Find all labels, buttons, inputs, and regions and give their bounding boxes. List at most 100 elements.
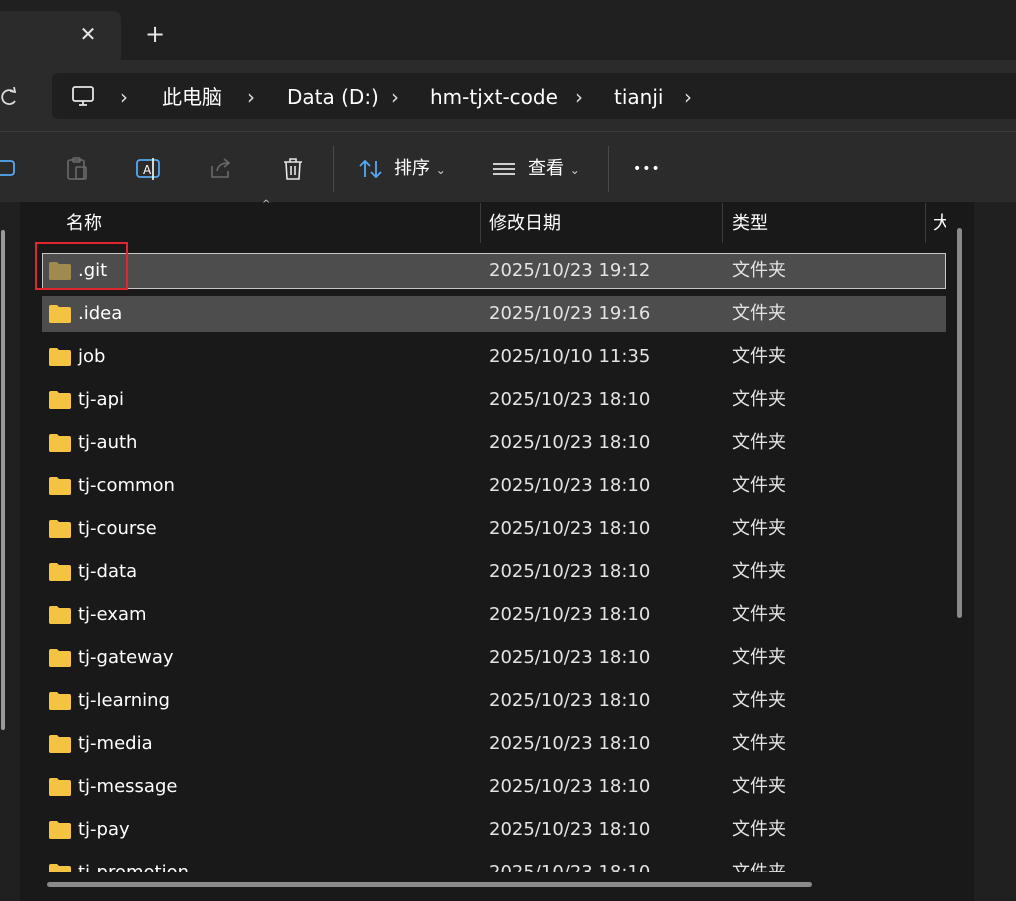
share-icon[interactable] bbox=[208, 156, 234, 182]
folder-icon bbox=[48, 734, 72, 754]
file-type: 文件夹 bbox=[732, 733, 786, 754]
file-name[interactable]: tj-data bbox=[78, 560, 137, 584]
file-type: 文件夹 bbox=[732, 776, 786, 797]
file-type: 文件夹 bbox=[732, 604, 786, 625]
breadcrumb-chevron-icon[interactable]: › bbox=[684, 84, 692, 110]
file-modified-date: 2025/10/23 18:10 bbox=[489, 819, 651, 840]
computer-icon[interactable] bbox=[70, 83, 96, 109]
file-row[interactable]: tj-common 2025/10/23 18:10 文件夹 bbox=[42, 468, 946, 504]
file-row[interactable]: tj-pay 2025/10/23 18:10 文件夹 bbox=[42, 812, 946, 848]
file-type: 文件夹 bbox=[732, 690, 786, 711]
file-row[interactable]: .git 2025/10/23 19:12 文件夹 bbox=[42, 253, 946, 289]
file-name[interactable]: job bbox=[78, 345, 105, 369]
toolbar-separator bbox=[608, 146, 609, 192]
folder-icon bbox=[48, 390, 72, 410]
more-icon[interactable]: ••• bbox=[633, 156, 661, 182]
breadcrumb-chevron-icon[interactable]: › bbox=[247, 84, 255, 110]
file-name[interactable]: .idea bbox=[78, 302, 122, 326]
refresh-icon[interactable] bbox=[0, 84, 18, 110]
file-name[interactable]: tj-exam bbox=[78, 603, 147, 627]
file-name[interactable]: tj-media bbox=[78, 732, 153, 756]
folder-icon bbox=[48, 648, 72, 668]
file-row[interactable]: tj-message 2025/10/23 18:10 文件夹 bbox=[42, 769, 946, 805]
file-modified-date: 2025/10/23 18:10 bbox=[489, 432, 651, 453]
details-pane bbox=[974, 202, 1016, 901]
file-type: 文件夹 bbox=[732, 303, 786, 324]
file-name[interactable]: tj-course bbox=[78, 517, 157, 541]
annotation-highlight bbox=[35, 242, 128, 290]
file-row[interactable]: tj-learning 2025/10/23 18:10 文件夹 bbox=[42, 683, 946, 719]
file-row[interactable]: tj-auth 2025/10/23 18:10 文件夹 bbox=[42, 425, 946, 461]
file-row[interactable]: .idea 2025/10/23 19:16 文件夹 bbox=[42, 296, 946, 332]
file-name[interactable]: tj-api bbox=[78, 388, 124, 412]
view-button[interactable]: 查看 ⌄ bbox=[528, 156, 580, 182]
file-type: 文件夹 bbox=[732, 346, 786, 367]
folder-icon bbox=[48, 863, 72, 872]
folder-icon bbox=[48, 476, 72, 496]
file-row[interactable]: tj-data 2025/10/23 18:10 文件夹 bbox=[42, 554, 946, 590]
file-modified-date: 2025/10/23 18:10 bbox=[489, 690, 651, 711]
close-tab-icon[interactable]: ✕ bbox=[76, 20, 100, 48]
file-name[interactable]: tj-gateway bbox=[78, 646, 174, 670]
rename-icon[interactable]: A bbox=[135, 156, 163, 182]
folder-icon bbox=[48, 777, 72, 797]
view-icon[interactable] bbox=[491, 156, 517, 182]
sort-label: 排序 bbox=[394, 158, 430, 179]
file-name[interactable]: tj-message bbox=[78, 775, 177, 799]
file-type: 文件夹 bbox=[732, 518, 786, 539]
file-modified-date: 2025/10/10 11:35 bbox=[489, 346, 651, 367]
paste-icon[interactable] bbox=[64, 156, 90, 182]
delete-icon[interactable] bbox=[281, 156, 305, 182]
file-name[interactable]: tj-common bbox=[78, 474, 175, 498]
folder-icon bbox=[48, 562, 72, 582]
file-type: 文件夹 bbox=[732, 475, 786, 496]
rows-viewport: .git 2025/10/23 19:12 文件夹 .idea 2025/10/23 1… bbox=[20, 202, 974, 872]
file-modified-date: 2025/10/23 18:10 bbox=[489, 647, 651, 668]
file-name[interactable]: tj-learning bbox=[78, 689, 170, 713]
folder-icon bbox=[48, 433, 72, 453]
folder-icon bbox=[48, 304, 72, 324]
horizontal-scrollbar[interactable] bbox=[47, 882, 812, 887]
toolbar-separator bbox=[333, 146, 334, 192]
active-tab[interactable] bbox=[0, 11, 121, 60]
folder-icon bbox=[48, 691, 72, 711]
copy-icon[interactable] bbox=[0, 156, 18, 182]
file-type: 文件夹 bbox=[732, 432, 786, 453]
file-modified-date: 2025/10/23 18:10 bbox=[489, 518, 651, 539]
file-type: 文件夹 bbox=[732, 260, 786, 281]
file-name[interactable]: tj-auth bbox=[78, 431, 137, 455]
file-row[interactable]: tj-course 2025/10/23 18:10 文件夹 bbox=[42, 511, 946, 547]
breadcrumb-chevron-icon[interactable]: › bbox=[120, 84, 128, 110]
file-type: 文件夹 bbox=[732, 861, 786, 872]
breadcrumb-tianji[interactable]: tianji bbox=[614, 84, 663, 110]
file-type: 文件夹 bbox=[732, 819, 786, 840]
file-name[interactable]: tj-pay bbox=[78, 818, 130, 842]
view-label: 查看 bbox=[528, 158, 564, 179]
breadcrumb-chevron-icon[interactable]: › bbox=[575, 84, 583, 110]
file-type: 文件夹 bbox=[732, 561, 786, 582]
breadcrumb-hm-tjxt-code[interactable]: hm-tjxt-code bbox=[430, 84, 558, 110]
sort-icon[interactable] bbox=[358, 156, 384, 182]
breadcrumb-this-pc[interactable]: 此电脑 bbox=[162, 84, 222, 110]
file-type: 文件夹 bbox=[732, 647, 786, 668]
chevron-down-icon: ⌄ bbox=[569, 163, 580, 177]
new-tab-icon[interactable]: + bbox=[141, 20, 169, 48]
sort-button[interactable]: 排序 ⌄ bbox=[394, 156, 446, 182]
file-type: 文件夹 bbox=[732, 389, 786, 410]
file-modified-date: 2025/10/23 18:10 bbox=[489, 389, 651, 410]
file-row[interactable]: tj-exam 2025/10/23 18:10 文件夹 bbox=[42, 597, 946, 633]
file-row[interactable]: tj-media 2025/10/23 18:10 文件夹 bbox=[42, 726, 946, 762]
nav-scrollbar[interactable] bbox=[1, 230, 5, 730]
file-modified-date: 2025/10/23 19:12 bbox=[489, 260, 651, 281]
breadcrumb-chevron-icon[interactable]: › bbox=[391, 84, 399, 110]
file-row[interactable]: tj-gateway 2025/10/23 18:10 文件夹 bbox=[42, 640, 946, 676]
file-row[interactable]: tj-promotion 2025/10/23 18:10 文件夹 bbox=[42, 855, 946, 872]
file-modified-date: 2025/10/23 18:10 bbox=[489, 861, 650, 872]
file-row[interactable]: tj-api 2025/10/23 18:10 文件夹 bbox=[42, 382, 946, 418]
vertical-scrollbar[interactable] bbox=[957, 228, 962, 618]
breadcrumb-data-drive[interactable]: Data (D:) bbox=[287, 84, 379, 110]
file-name[interactable]: tj-promotion bbox=[78, 861, 189, 872]
folder-icon bbox=[48, 519, 72, 539]
file-row[interactable]: job 2025/10/10 11:35 文件夹 bbox=[42, 339, 946, 375]
svg-text:A: A bbox=[143, 163, 152, 177]
